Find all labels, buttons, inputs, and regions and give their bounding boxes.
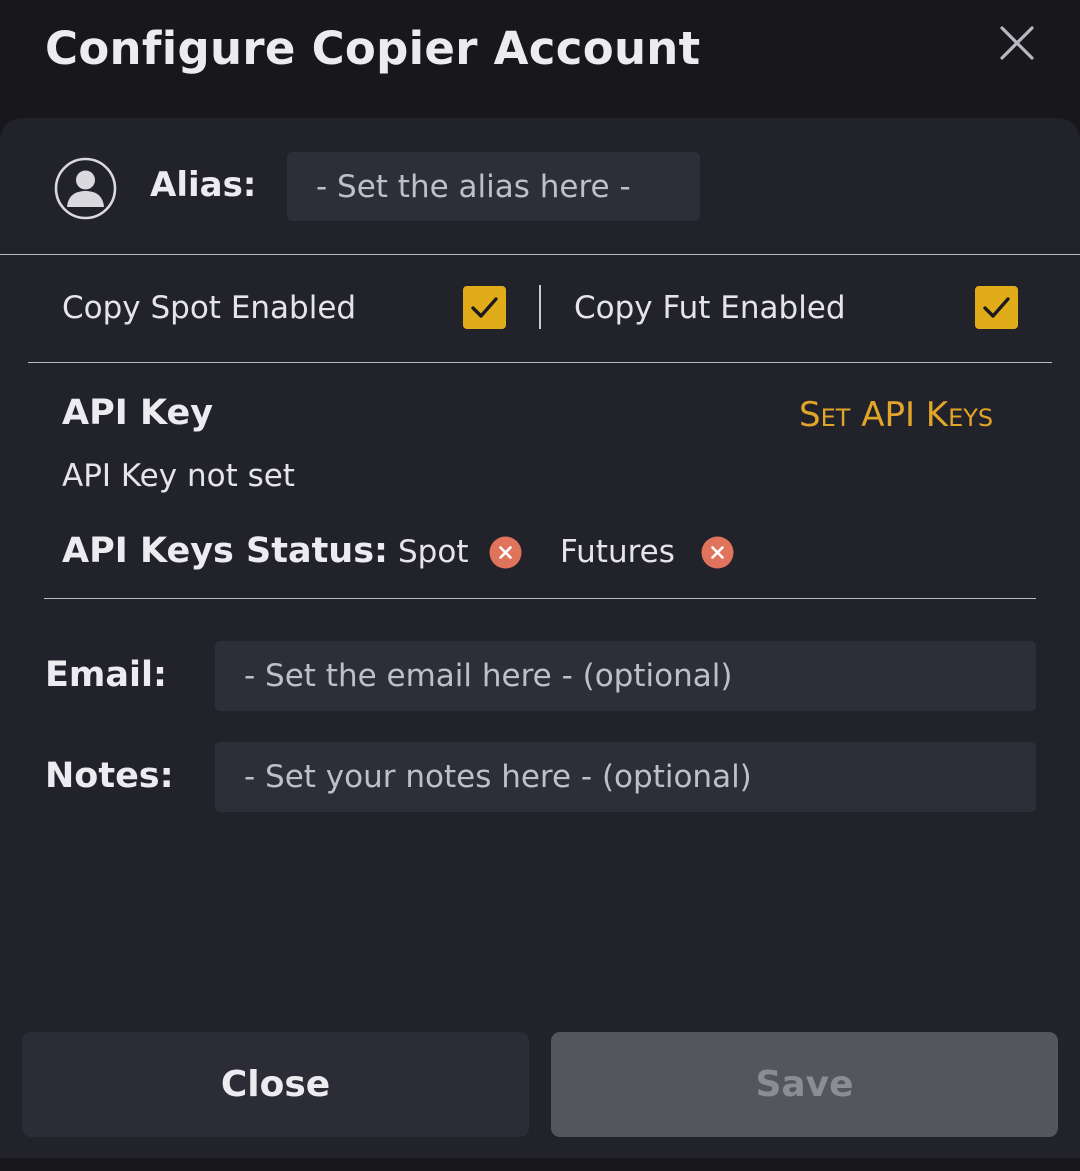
save-button[interactable]: Save xyxy=(551,1032,1058,1137)
spot-status-label: Spot xyxy=(398,534,469,570)
bottom-strip xyxy=(0,1158,1080,1171)
copy-fut-checkbox[interactable] xyxy=(975,286,1018,329)
set-api-keys-link[interactable]: Set API Keys xyxy=(799,395,993,435)
divider-api xyxy=(44,598,1036,599)
toggle-separator xyxy=(539,285,541,329)
spot-error-icon xyxy=(489,536,522,569)
dialog-title: Configure Copier Account xyxy=(45,22,701,75)
dialog-header: Configure Copier Account xyxy=(0,0,1080,118)
user-avatar-icon xyxy=(54,157,117,220)
email-label: Email: xyxy=(45,655,167,695)
api-key-title: API Key xyxy=(62,393,214,433)
copy-spot-label: Copy Spot Enabled xyxy=(62,290,357,326)
close-icon[interactable] xyxy=(998,24,1036,62)
copy-fut-label: Copy Fut Enabled xyxy=(574,290,846,326)
email-field[interactable]: - Set the email here - (optional) xyxy=(215,641,1036,711)
email-placeholder: - Set the email here - (optional) xyxy=(244,658,733,694)
alias-input[interactable]: - Set the alias here - xyxy=(287,152,700,221)
notes-field[interactable]: - Set your notes here - (optional) xyxy=(215,742,1036,812)
alias-placeholder: - Set the alias here - xyxy=(316,168,631,205)
futures-error-icon xyxy=(701,536,734,569)
copy-spot-checkbox[interactable] xyxy=(463,286,506,329)
checkmark-icon xyxy=(471,297,498,318)
close-button[interactable]: Close xyxy=(22,1032,529,1137)
divider-toggles xyxy=(28,362,1052,363)
futures-status-label: Futures xyxy=(560,534,675,570)
alias-label: Alias: xyxy=(150,165,257,205)
dialog-panel xyxy=(0,118,1080,1159)
api-key-status-text: API Key not set xyxy=(62,458,295,494)
notes-placeholder: - Set your notes here - (optional) xyxy=(244,759,752,795)
notes-label: Notes: xyxy=(45,756,174,796)
api-keys-status-label: API Keys Status: xyxy=(62,531,389,571)
divider-alias xyxy=(0,254,1080,255)
checkmark-icon xyxy=(983,297,1010,318)
